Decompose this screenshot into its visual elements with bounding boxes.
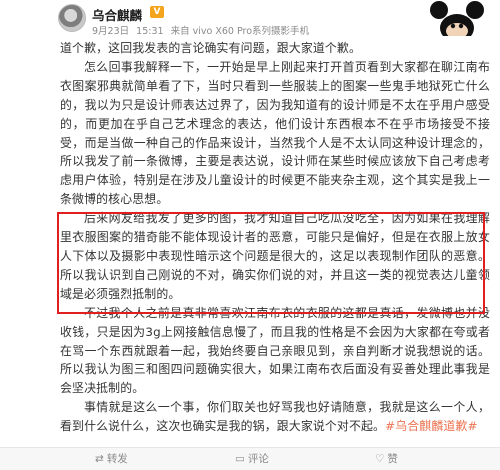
post-paragraph-closing: 事情就是这么一个事，你们取关也好骂我也好请随意，我就是这么一个人，看到什么说什么… [60, 398, 490, 436]
repost-icon: ⇄ [95, 453, 104, 465]
like-label: 赞 [387, 453, 398, 465]
post-date: 9月23日 [92, 26, 130, 37]
red-highlight-box [57, 212, 485, 314]
verified-badge-icon: V [150, 6, 164, 18]
hashtag-link[interactable]: #乌合麒麟道歉# [385, 419, 477, 433]
comment-label: 评论 [247, 453, 269, 465]
post-source[interactable]: 来自 vivo X60 Pro系列摄影手机 [171, 26, 309, 37]
mouse-mascot-icon [430, 1, 484, 36]
post-header: 乌合麒麟 V 9月23日 15:31 来自 vivo X60 Pro系列摄影手机 [0, 0, 500, 38]
comment-icon: ▭ [235, 453, 245, 465]
comment-button[interactable]: ▭ 评论 [235, 451, 269, 466]
post-action-bar: ⇄ 转发 ▭ 评论 ♡ 赞 [0, 447, 500, 470]
post-meta: 9月23日 15:31 来自 vivo X60 Pro系列摄影手机 [92, 23, 313, 37]
thumbs-up-icon: ♡ [375, 453, 385, 465]
user-avatar[interactable] [58, 4, 86, 32]
post-paragraph-apology: 道个歉，这回我发表的言论确实有问题，跟大家道个歉。 [60, 41, 362, 55]
repost-label: 转发 [106, 453, 128, 465]
repost-button[interactable]: ⇄ 转发 [95, 451, 128, 466]
user-name[interactable]: 乌合麒麟 [92, 5, 142, 24]
post-paragraph-position: 不过我个人之前是真非常喜欢江南布衣的衣服的这都是真话，发微博也并没收钱，只是因为… [60, 305, 490, 396]
like-button[interactable]: ♡ 赞 [375, 451, 398, 466]
post-time: 15:31 [136, 26, 164, 37]
post-paragraph-explanation: 怎么回事我解释一下，一开始是早上刚起来打开首页看到大家都在聊江南布衣图案邪典就简… [60, 59, 490, 207]
